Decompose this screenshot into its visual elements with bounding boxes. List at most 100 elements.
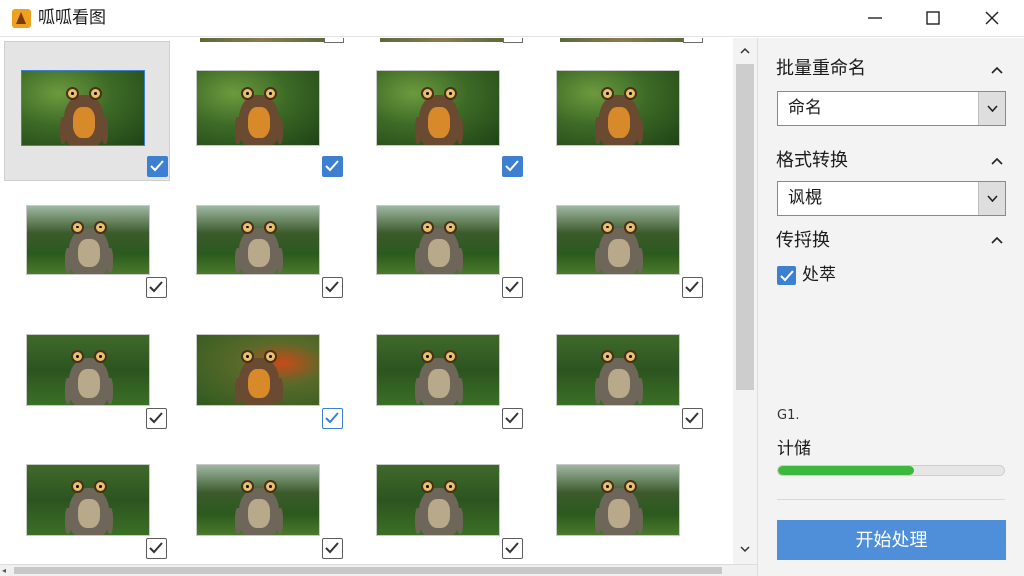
thumbnail-cell[interactable] xyxy=(360,452,526,564)
minimize-icon xyxy=(868,17,882,19)
thumbnail-image[interactable] xyxy=(556,464,680,536)
thumbnail-image[interactable] xyxy=(196,334,320,406)
select-checkbox[interactable] xyxy=(502,538,523,559)
horizontal-scrollbar[interactable]: ◂ xyxy=(0,564,757,576)
scroll-down-icon[interactable] xyxy=(740,544,750,554)
thumbnail-image[interactable] xyxy=(556,334,680,406)
thumbnail-image[interactable] xyxy=(26,464,150,536)
checkmark-icon xyxy=(149,542,163,554)
chevron-up-icon[interactable] xyxy=(991,66,1003,74)
thumbnail-image[interactable] xyxy=(26,334,150,406)
frog-eye xyxy=(601,220,614,234)
chevron-up-icon[interactable] xyxy=(991,236,1003,244)
select-checkbox[interactable] xyxy=(322,408,343,429)
settings-panel: 批量重命名 命名 格式转换 讽榥 传捋换 处萃 G1. 计储 开始处理 xyxy=(757,38,1024,576)
convert-checkbox[interactable] xyxy=(777,266,796,285)
checkmark-icon xyxy=(685,412,699,424)
thumbnail-cell[interactable] xyxy=(360,42,526,182)
frog-arm xyxy=(415,116,421,144)
format-select[interactable]: 讽榥 xyxy=(777,181,1006,216)
checkmark-icon xyxy=(149,281,163,293)
maximize-button[interactable] xyxy=(904,0,962,37)
thumbnail-cell[interactable] xyxy=(540,312,706,452)
thumbnail-cell[interactable] xyxy=(180,42,346,182)
thumbnail-image[interactable] xyxy=(376,464,500,536)
frog-eye xyxy=(264,220,277,234)
select-checkbox[interactable] xyxy=(502,277,523,298)
frog-figure xyxy=(235,474,283,535)
chevron-up-icon[interactable] xyxy=(991,157,1003,165)
frog-eye xyxy=(264,479,277,493)
thumbnail-image[interactable] xyxy=(196,70,320,146)
rename-select[interactable]: 命名 xyxy=(777,91,1006,126)
select-checkbox[interactable] xyxy=(502,408,523,429)
frog-figure xyxy=(415,80,463,145)
select-checkbox[interactable] xyxy=(502,156,523,177)
select-checkbox[interactable] xyxy=(146,538,167,559)
frog-belly xyxy=(78,239,100,268)
select-checkbox[interactable] xyxy=(146,277,167,298)
checkmark-icon xyxy=(505,542,519,554)
select-checkbox[interactable] xyxy=(322,538,343,559)
scrollbar-thumb[interactable] xyxy=(736,64,754,390)
frog-belly xyxy=(608,368,630,399)
frog-belly xyxy=(248,239,270,268)
frog-eye xyxy=(624,479,637,493)
frog-figure xyxy=(65,344,113,405)
frog-arm xyxy=(637,508,643,534)
frog-arm xyxy=(595,508,601,534)
thumbnail-image[interactable] xyxy=(556,205,680,275)
frog-arm xyxy=(235,508,241,534)
dropdown-button[interactable] xyxy=(978,182,1005,215)
app-logo-icon xyxy=(12,9,31,28)
select-checkbox[interactable] xyxy=(322,156,343,177)
thumbnail-cell[interactable] xyxy=(540,452,706,564)
thumbnail-image[interactable] xyxy=(376,334,500,406)
progress-bar xyxy=(777,465,1005,476)
frog-eye xyxy=(241,349,254,363)
thumbnail-image[interactable] xyxy=(376,70,500,146)
scroll-left-icon[interactable]: ◂ xyxy=(2,566,6,575)
thumbnail-cell[interactable] xyxy=(180,312,346,452)
select-checkbox[interactable] xyxy=(682,277,703,298)
close-button[interactable] xyxy=(963,0,1021,37)
stats-small-label: G1. xyxy=(777,408,800,423)
thumbnail-image[interactable] xyxy=(196,205,320,275)
thumbnail-image[interactable] xyxy=(376,205,500,275)
vertical-scrollbar[interactable] xyxy=(733,38,757,564)
format-section-title[interactable]: 格式转换 xyxy=(776,150,848,172)
thumbnail-image[interactable] xyxy=(21,70,145,146)
frog-arm xyxy=(457,116,463,144)
minimize-button[interactable] xyxy=(846,0,904,37)
rename-select-value: 命名 xyxy=(788,98,822,118)
frog-belly xyxy=(73,106,95,138)
progress-fill xyxy=(778,466,914,475)
convert-section-title[interactable]: 传捋换 xyxy=(776,230,830,252)
frog-belly xyxy=(78,368,100,399)
dropdown-button[interactable] xyxy=(978,92,1005,125)
frog-figure xyxy=(235,80,283,145)
thumbnail-image[interactable] xyxy=(26,205,150,275)
thumbnail-cell[interactable] xyxy=(4,312,170,452)
select-checkbox[interactable] xyxy=(146,408,167,429)
frog-belly xyxy=(608,498,630,529)
frog-arm xyxy=(457,378,463,404)
thumbnail-cell[interactable] xyxy=(180,452,346,564)
thumbnail-image[interactable] xyxy=(556,70,680,146)
frog-eye xyxy=(264,349,277,363)
thumbnail-cell[interactable] xyxy=(540,42,706,182)
thumbnail-cell[interactable] xyxy=(4,452,170,564)
thumbnail-cell[interactable] xyxy=(360,312,526,452)
frog-arm xyxy=(595,248,601,273)
select-checkbox[interactable] xyxy=(322,277,343,298)
thumbnail-image[interactable] xyxy=(196,464,320,536)
select-checkbox[interactable] xyxy=(147,156,168,177)
thumbnail-cell[interactable] xyxy=(4,41,170,181)
frog-belly xyxy=(78,498,100,529)
start-processing-button[interactable]: 开始处理 xyxy=(777,520,1006,560)
scroll-up-icon[interactable] xyxy=(740,46,750,56)
select-checkbox[interactable] xyxy=(682,408,703,429)
frog-belly xyxy=(428,106,450,138)
horizontal-scrollbar-thumb[interactable] xyxy=(14,567,722,574)
rename-section-title[interactable]: 批量重命名 xyxy=(776,58,866,80)
